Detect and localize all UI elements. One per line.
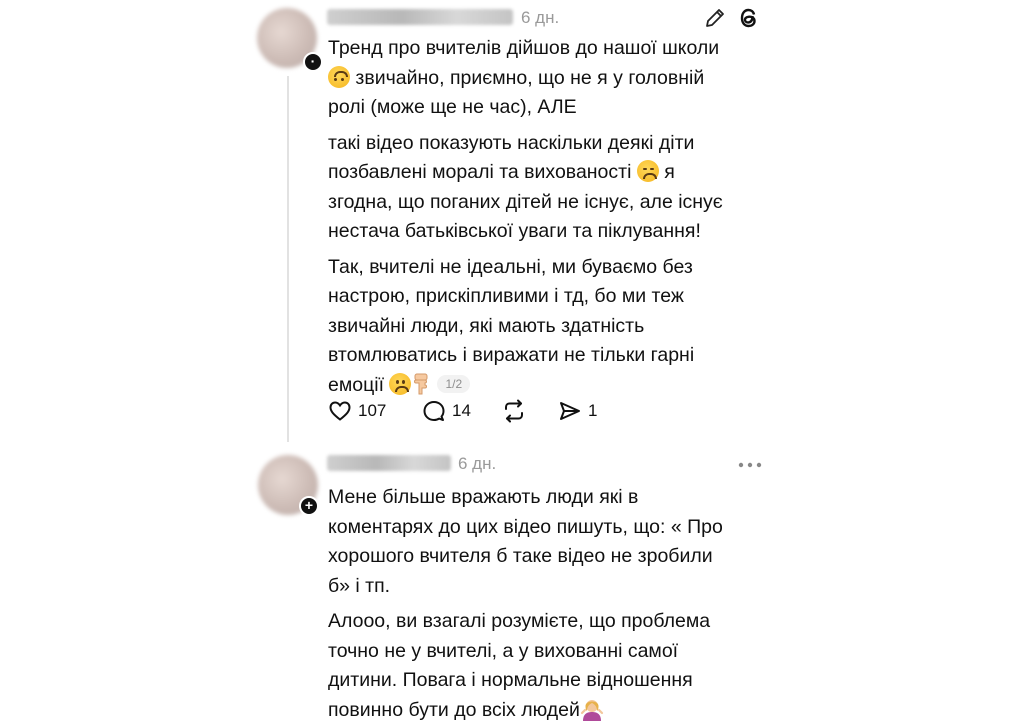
text-line: дитини. Повага і нормальне відношення [328, 669, 693, 691]
paragraph: Так, вчителі не ідеальні, ми буваємо без… [328, 253, 723, 401]
text-line: настрою, прискіпливими і тд, бо ми теж [328, 285, 684, 307]
post-body: Мене більше вражають люди які в коментар… [328, 483, 723, 724]
author-username-redacted[interactable] [327, 9, 513, 25]
page-indicator: 1/2 [437, 374, 471, 393]
share-count: 1 [588, 401, 598, 420]
post-body: Тренд про вчителів дійшов до нашої школи… [328, 34, 723, 400]
text-line: Тренд про вчителів дійшов до нашої школи [328, 37, 720, 59]
repost-icon [501, 398, 527, 424]
text-line: втомлюватись і виражати не тільки гарні [328, 344, 695, 366]
text-line: хорошого вчителя б таке відео не зробили [328, 545, 713, 567]
text-line: емоції 1/2 [328, 371, 723, 401]
comment-button[interactable]: 14 [422, 398, 471, 424]
text-line: позбавлені моралі та вихованості я [328, 158, 723, 188]
edit-icon[interactable] [703, 6, 727, 30]
post-timestamp: 6 дн. [521, 8, 560, 27]
post-timestamp: 6 дн. [458, 454, 497, 473]
post-2: + 6 дн. Мене більше вражають люди які в … [0, 445, 1024, 724]
paragraph: Алооо, ви взагалі розумієте, що проблема… [328, 607, 723, 724]
paragraph: такі відео показують наскільки деякі діт… [328, 129, 723, 247]
text-line: нестача батьківської уваги та піклування… [328, 220, 701, 242]
text-fragment: звичайно, приємно, що не я у головній [350, 66, 705, 89]
text-fragment: повинно бути до всіх людей [328, 698, 580, 721]
follow-plus-icon[interactable]: · [303, 52, 323, 72]
text-line: Так, вчителі не ідеальні, ми буваємо без [328, 255, 693, 278]
repost-button[interactable] [501, 398, 527, 424]
text-line: звичайно, приємно, що не я у головній [328, 64, 723, 94]
text-line: коментарях до цих відео пишуть, що: « Пр… [328, 515, 723, 538]
like-count: 107 [358, 401, 387, 420]
heart-icon [328, 399, 352, 423]
pointing-down-emoji [411, 371, 431, 395]
comment-icon [422, 399, 446, 423]
share-icon [558, 399, 582, 423]
like-button[interactable]: 107 [328, 398, 386, 424]
author-username-redacted[interactable] [327, 455, 451, 471]
text-line: ролі (може ще не час), АЛЕ [328, 96, 577, 118]
frowning-face-emoji [389, 372, 412, 395]
person-shrugging-emoji [580, 697, 604, 721]
share-button[interactable]: 1 [558, 398, 597, 424]
text-line: такі відео показують наскільки деякі діт… [328, 131, 695, 154]
post-1: · 6 дн. Тренд про вчителів дійшов до наш… [0, 0, 1024, 445]
upside-down-face-emoji [328, 65, 350, 88]
paragraph: Тренд про вчителів дійшов до нашої школи… [328, 34, 723, 123]
paragraph: Мене більше вражають люди які в коментар… [328, 483, 723, 601]
text-fragment: позбавлені моралі та вихованості [328, 161, 637, 183]
threads-icon[interactable] [737, 6, 761, 30]
text-line: б» і тп. [328, 574, 391, 597]
text-line: згодна, що поганих дітей не існує, але і… [328, 190, 723, 213]
text-line: точно не у вчителі, а у вихованні самої [328, 639, 679, 662]
text-line: Мене більше вражають люди які в [328, 486, 639, 508]
text-fragment: емоції [328, 373, 390, 396]
comment-count: 14 [452, 401, 471, 420]
more-icon[interactable] [737, 457, 763, 468]
text-line: повинно бути до всіх людей [328, 696, 723, 724]
thread-line [287, 76, 289, 442]
text-line: Алооо, ви взагалі розумієте, що проблема [328, 610, 711, 632]
text-line: звичайні люди, які мають здатність [328, 314, 645, 337]
text-fragment: я [658, 161, 675, 183]
follow-plus-icon[interactable]: + [299, 496, 319, 516]
sad-face-emoji [636, 160, 659, 182]
